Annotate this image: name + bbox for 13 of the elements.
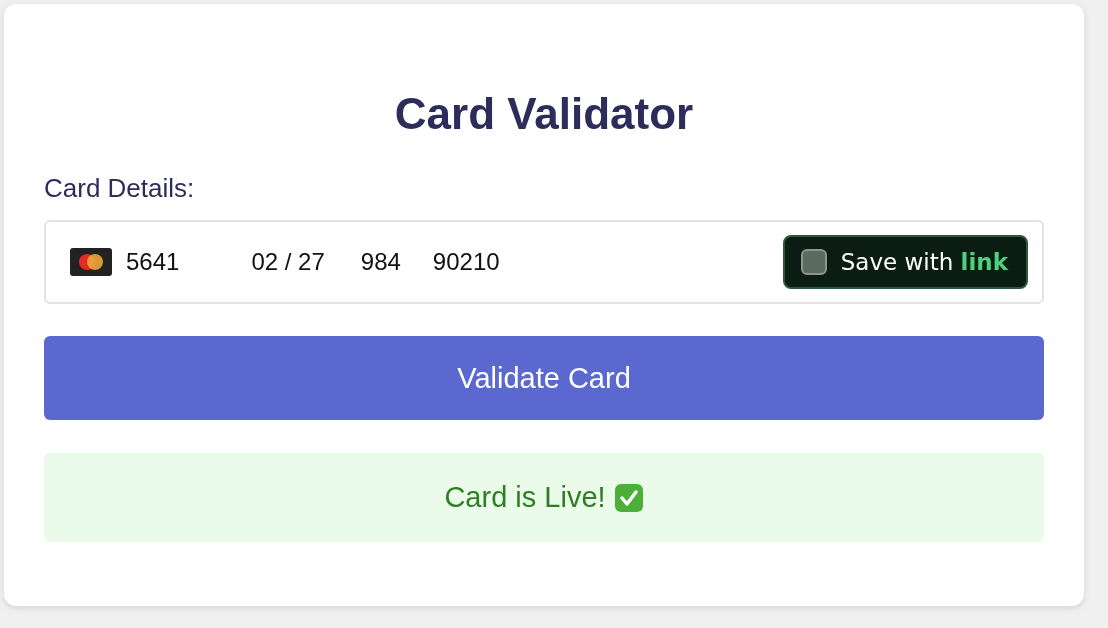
page-title: Card Validator xyxy=(394,88,694,140)
cvc-code: 984 xyxy=(360,248,401,276)
validate-button[interactable]: Validate Card xyxy=(44,336,1044,420)
field-label: Card Details: xyxy=(44,172,195,204)
result-message: Card is Live! xyxy=(444,481,606,514)
zip-code: 90210 xyxy=(432,248,500,276)
card-brand-icon xyxy=(70,248,112,276)
check-icon xyxy=(613,482,644,513)
card-input-field[interactable]: 5641 02 / 27 984 90210 Save with link xyxy=(44,220,1044,304)
checkbox[interactable] xyxy=(800,249,827,275)
card-number: 5641 xyxy=(126,248,180,276)
expiry-date: 02 / 27 xyxy=(251,248,325,276)
save-with-link-button[interactable]: Save with link xyxy=(782,235,1028,289)
